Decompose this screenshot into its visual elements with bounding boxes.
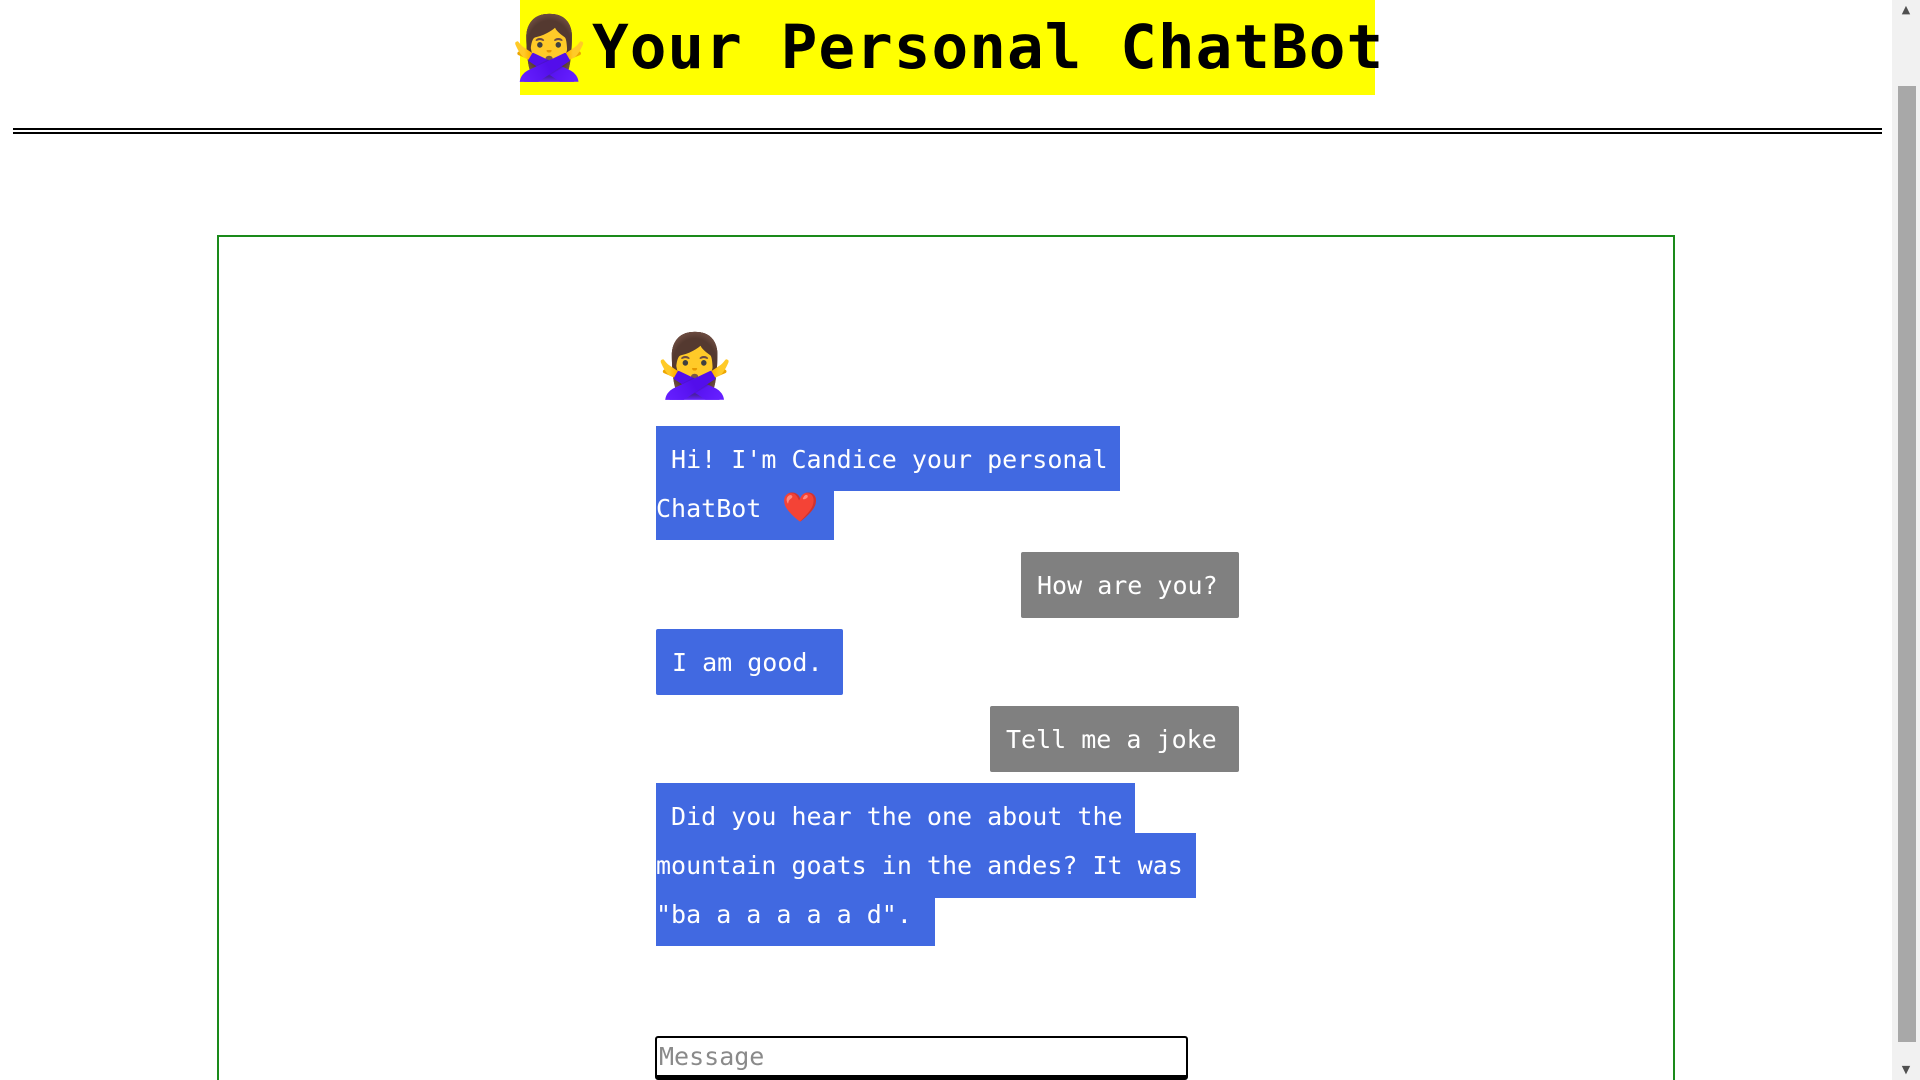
page-scrollbar[interactable]: ▲ ▼ [1892,0,1920,1080]
page-title: Your Personal ChatBot [591,12,1385,83]
bot-message-line: I am good. [672,648,823,677]
bot-message-line: Did you hear the one about the [656,802,1123,831]
scrollbar-thumb[interactable] [1898,86,1916,1042]
user-message-text: Tell me a joke [1006,725,1217,754]
scroll-up-arrow-icon[interactable]: ▲ [1892,0,1920,20]
user-message-text: How are you? [1037,571,1218,600]
scroll-down-arrow-icon[interactable]: ▼ [1892,1060,1920,1080]
chatbot-page: 🙅‍♀️ Your Personal ChatBot 🙅‍♀️ Hi! I'm … [0,0,1920,1080]
header-divider [13,128,1882,134]
bot-message-line: ChatBot [656,494,777,523]
bot-message-line: Hi! I'm Candice your personal [656,445,1108,474]
bot-message-line: "ba a a a a a d". [656,900,912,929]
page-header: 🙅‍♀️ Your Personal ChatBot [511,0,1383,95]
red-heart-icon: ❤️ [782,490,819,524]
message-input[interactable] [657,1038,1186,1075]
bot-message-line: mountain goats in the andes? It was [656,851,1183,880]
bot-avatar-icon: 🙅‍♀️ [656,329,734,402]
woman-gesturing-no-icon: 🙅‍♀️ [510,10,588,84]
message-input-wrapper [655,1036,1188,1080]
chat-container [217,235,1675,1080]
